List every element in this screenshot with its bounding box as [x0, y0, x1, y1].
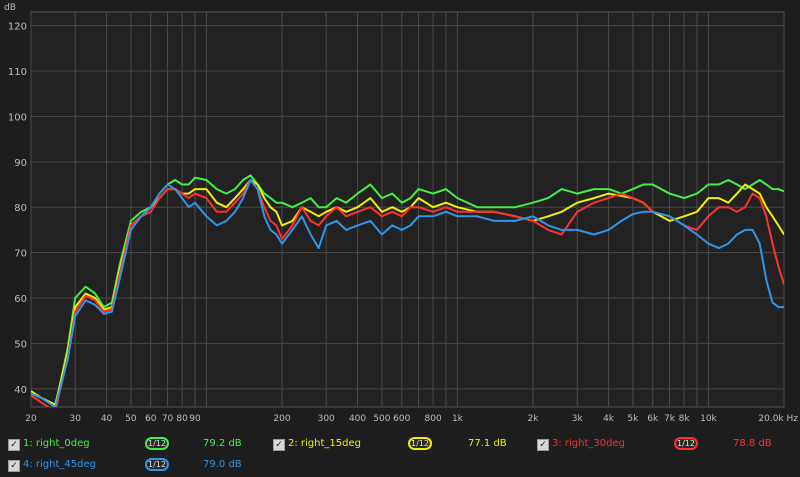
x-tick-label: 90	[189, 414, 201, 424]
checkbox-icon[interactable]: ✓	[537, 439, 549, 451]
x-tick-label: 500	[373, 414, 390, 424]
legend: ✓ 1: right_0deg 1/12 79.2 dB ✓ 2: right_…	[0, 430, 800, 477]
y-tick-label: 120	[8, 22, 27, 33]
smoothing-button[interactable]: 1/12	[408, 437, 432, 450]
x-tick-label: 200	[273, 414, 290, 424]
y-tick-label: 100	[8, 112, 27, 123]
x-tick-label: 1k	[452, 414, 464, 424]
y-tick-label: 40	[14, 385, 27, 396]
x-tick-label: 2k	[528, 414, 540, 424]
x-tick-label: 4k	[603, 414, 615, 424]
checkbox-icon[interactable]: ✓	[8, 460, 20, 472]
y-tick-label: 60	[14, 294, 27, 305]
x-tick-label: 300	[318, 414, 335, 424]
smoothing-button[interactable]: 1/12	[145, 458, 169, 471]
legend-series-name: 2: right_15deg	[288, 438, 361, 449]
x-tick-label: 3k	[572, 414, 584, 424]
smoothing-button[interactable]: 1/12	[674, 437, 698, 450]
x-tick-label: 20.0k Hz	[758, 414, 798, 424]
x-tick-label: 40	[101, 414, 113, 424]
legend-item[interactable]: ✓ 4: right_45deg 1/12 79.0 dB	[8, 457, 270, 473]
y-axis-label: dB	[4, 3, 16, 13]
x-tick-label: 8k	[679, 414, 691, 424]
legend-item[interactable]: ✓ 2: right_15deg 1/12 77.1 dB	[273, 436, 535, 452]
x-tick-label: 600	[393, 414, 410, 424]
frequency-response-chart: 40506070809010011012020 30 40 50 60 70 80 90 200…	[4, 3, 798, 424]
x-tick-label: 70	[162, 414, 174, 424]
smoothing-label: 1/12	[411, 439, 429, 448]
y-tick-label: 110	[8, 67, 27, 78]
x-tick-label: 80	[176, 414, 188, 424]
legend-item[interactable]: ✓ 1: right_0deg 1/12 79.2 dB	[8, 436, 270, 452]
y-tick-label: 80	[14, 203, 27, 214]
x-tick-label: 20	[25, 414, 37, 424]
checkbox-icon[interactable]: ✓	[273, 439, 285, 451]
x-tick-label: 30	[69, 414, 81, 424]
x-tick-label: 6k	[647, 414, 659, 424]
legend-level: 79.2 dB	[203, 438, 242, 449]
x-tick-label: 5k	[627, 414, 639, 424]
y-tick-label: 90	[14, 158, 27, 169]
x-tick-label: 400	[349, 414, 366, 424]
legend-series-name: 4: right_45deg	[23, 459, 96, 470]
y-tick-label: 50	[14, 339, 27, 350]
smoothing-label: 1/12	[677, 439, 695, 448]
smoothing-label: 1/12	[148, 439, 166, 448]
x-tick-label: 800	[425, 414, 442, 424]
x-tick-label: 60	[145, 414, 157, 424]
smoothing-button[interactable]: 1/12	[145, 437, 169, 450]
y-tick-label: 70	[14, 249, 27, 260]
x-tick-label: 7k	[664, 414, 676, 424]
smoothing-label: 1/12	[148, 460, 166, 469]
legend-series-name: 3: right_30deg	[552, 438, 625, 449]
legend-series-name: 1: right_0deg	[23, 438, 90, 449]
legend-level: 78.8 dB	[733, 438, 772, 449]
checkbox-icon[interactable]: ✓	[8, 439, 20, 451]
legend-level: 77.1 dB	[468, 438, 507, 449]
x-tick-label: 50	[125, 414, 137, 424]
x-tick-label: 10k	[700, 414, 717, 424]
legend-item[interactable]: ✓ 3: right_30deg 1/12 78.8 dB	[537, 436, 799, 452]
legend-level: 79.0 dB	[203, 459, 242, 470]
